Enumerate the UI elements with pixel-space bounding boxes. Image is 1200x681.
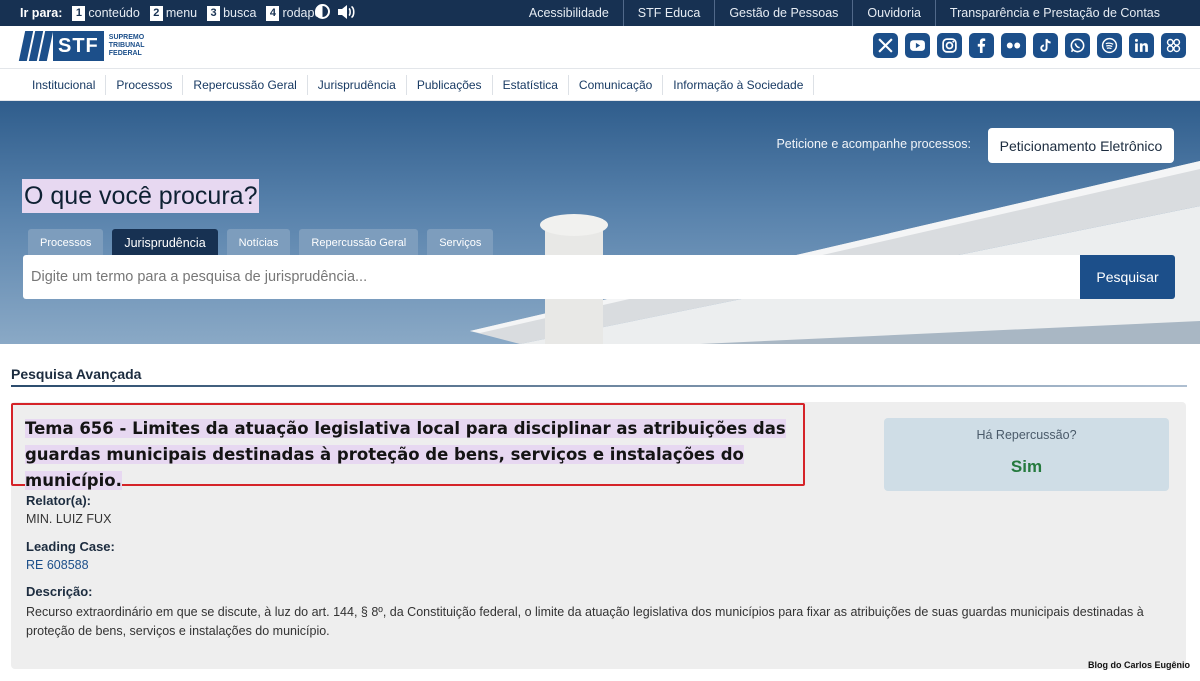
repercussao-box: Há Repercussão? Sim (884, 418, 1169, 491)
search-button[interactable]: Pesquisar (1080, 255, 1175, 299)
nav-comunicacao[interactable]: Comunicação (569, 74, 664, 95)
logo-subtitle: SUPREMO TRIBUNAL FEDERAL (108, 34, 145, 57)
contrast-icon[interactable] (315, 4, 330, 19)
flickr-icon[interactable] (1001, 33, 1026, 58)
search-heading: O que você procura? (22, 179, 260, 213)
x-icon[interactable] (873, 33, 898, 58)
link-acessibilidade[interactable]: Acessibilidade (515, 0, 623, 26)
skip-links: Ir para: 1 conteúdo 2 menu 3 busca 4 rodapé (20, 0, 325, 26)
linkedin-icon[interactable] (1129, 33, 1154, 58)
spotify-icon[interactable] (1097, 33, 1122, 58)
skip-link-content[interactable]: 1 conteúdo (72, 5, 140, 21)
relator-label: Relator(a): (26, 493, 92, 508)
top-links: Acessibilidade STF Educa Gestão de Pesso… (515, 0, 1174, 26)
logo-stripes (18, 31, 54, 61)
descricao-field: Descrição: Recurso extraordinário em que… (26, 584, 1166, 641)
instagram-icon[interactable] (937, 33, 962, 58)
advanced-search-title: Pesquisa Avançada (11, 366, 142, 382)
link-gestao-pessoas[interactable]: Gestão de Pessoas (714, 0, 852, 26)
skip-link-footer[interactable]: 4 rodapé (266, 5, 321, 21)
descricao-text: Recurso extraordinário em que se discute… (26, 605, 1144, 638)
nav-estatistica[interactable]: Estatística (493, 74, 569, 95)
tab-jurisprudencia[interactable]: Jurisprudência (112, 229, 218, 256)
leading-case-field: Leading Case: RE 608588 (26, 539, 115, 572)
link-ouvidoria[interactable]: Ouvidoria (852, 0, 935, 26)
relator-value: MIN. LUIZ FUX (26, 512, 112, 526)
leading-case-label: Leading Case: (26, 539, 115, 554)
tab-processos[interactable]: Processos (28, 229, 104, 256)
repercussao-answer: Sim (1010, 457, 1043, 476)
tiktok-icon[interactable] (1033, 33, 1058, 58)
nav-publicacoes[interactable]: Publicações (407, 74, 493, 95)
logo-text: STF (53, 31, 104, 61)
tema-title: Tema 656 - Limites da atuação legislativ… (25, 419, 786, 490)
search-tabs: Processos Jurisprudência Notícias Reperc… (28, 229, 494, 256)
peticione-label: Peticione e acompanhe processos: (776, 137, 971, 151)
main-nav: Institucional Processos Repercussão Gera… (0, 68, 1200, 101)
repercussao-question: Há Repercussão? (976, 428, 1077, 442)
peticionamento-button[interactable]: Peticionamento Eletrônico (988, 128, 1174, 163)
access-bar: Ir para: 1 conteúdo 2 menu 3 busca 4 rodapé … (0, 0, 1200, 26)
accessibility-icons (315, 4, 355, 20)
nav-processos[interactable]: Processos (106, 74, 184, 95)
stf-logo[interactable]: STF SUPREMO TRIBUNAL FEDERAL (18, 31, 145, 61)
link-stf-educa[interactable]: STF Educa (622, 0, 715, 26)
skip-label: Ir para: (20, 6, 63, 20)
search-input[interactable] (23, 255, 1080, 299)
tab-noticias[interactable]: Notícias (226, 229, 291, 256)
credit-watermark: Blog do Carlos Eugênio (1087, 660, 1190, 670)
tab-repercussao-geral[interactable]: Repercussão Geral (299, 229, 419, 256)
relator-field: Relator(a): MIN. LUIZ FUX (26, 493, 111, 526)
speaker-icon[interactable] (337, 4, 355, 20)
descricao-label: Descrição: (26, 584, 93, 599)
nav-jurisprudencia[interactable]: Jurisprudência (308, 74, 407, 95)
nav-repercussao-geral[interactable]: Repercussão Geral (183, 74, 308, 95)
hero-banner: Peticione e acompanhe processos: Peticio… (0, 101, 1200, 344)
leading-case-link[interactable]: RE 608588 (26, 558, 115, 572)
social-links (873, 33, 1186, 58)
whatsapp-icon[interactable] (1065, 33, 1090, 58)
skip-link-search[interactable]: 3 busca (207, 5, 256, 21)
skip-link-menu[interactable]: 2 menu (149, 5, 197, 21)
link-transparencia[interactable]: Transparência e Prestação de Contas (934, 0, 1174, 26)
youtube-icon[interactable] (905, 33, 930, 58)
header: STF SUPREMO TRIBUNAL FEDERAL (0, 26, 1200, 68)
result-card: Tema 656 - Limites da atuação legislativ… (11, 402, 1186, 669)
nav-informacao-sociedade[interactable]: Informação à Sociedade (663, 74, 815, 95)
nav-institucional[interactable]: Institucional (22, 74, 107, 95)
tab-servicos[interactable]: Serviços (427, 229, 494, 256)
advanced-divider (11, 385, 1187, 387)
apps-icon[interactable] (1161, 33, 1186, 58)
facebook-icon[interactable] (969, 33, 994, 58)
search-bar: Pesquisar (23, 255, 1175, 299)
